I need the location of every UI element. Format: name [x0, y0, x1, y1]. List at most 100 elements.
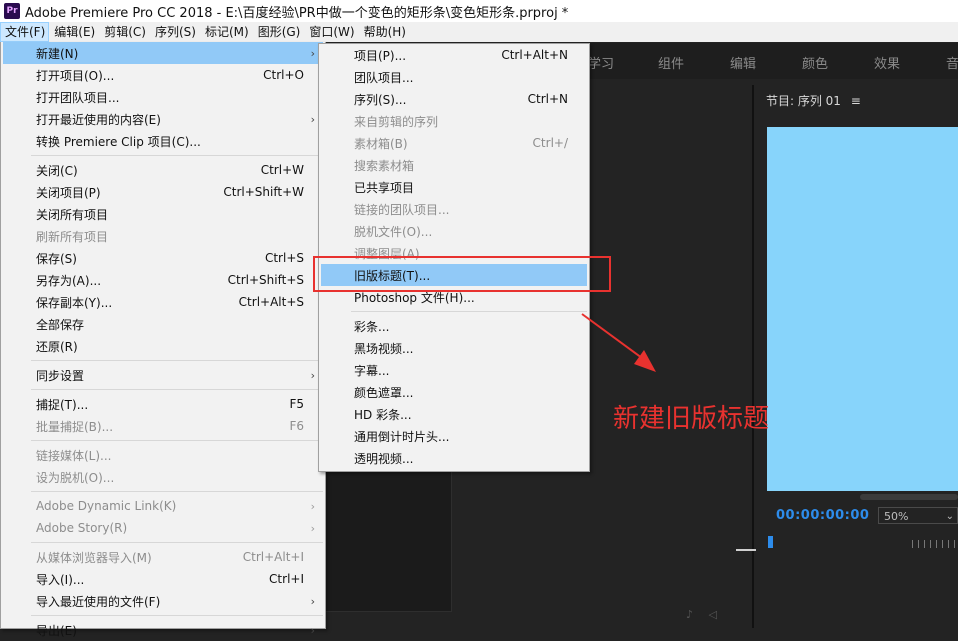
- menu-graphics[interactable]: 图形(G): [253, 22, 305, 42]
- new-submenu-item-label: 素材箱(B): [354, 136, 408, 151]
- program-monitor-frame[interactable]: [767, 127, 958, 491]
- file-menu-item[interactable]: 导出(E) ›: [3, 619, 323, 641]
- new-submenu-item[interactable]: 黑场视频...: [321, 337, 587, 359]
- file-menu-item-label: 从媒体浏览器导入(M): [36, 550, 152, 565]
- new-submenu-item-label: 链接的团队项目...: [354, 202, 450, 217]
- file-menu-item[interactable]: 打开项目(O)... Ctrl+O: [3, 64, 323, 86]
- file-menu-item[interactable]: 导入最近使用的文件(F) ›: [3, 590, 323, 612]
- new-submenu-item[interactable]: 彩条...: [321, 315, 587, 337]
- file-menu-item-label: 导出(E): [36, 623, 77, 638]
- file-menu-item-label: 关闭项目(P): [36, 185, 101, 200]
- file-menu-item-label: Adobe Story(R): [36, 521, 128, 535]
- file-menu-item-shortcut: Ctrl+W: [260, 163, 304, 177]
- menu-bar: 文件(F) 编辑(E) 剪辑(C) 序列(S) 标记(M) 图形(G) 窗口(W…: [0, 22, 958, 42]
- file-menu-item-label: 关闭所有项目: [36, 207, 109, 222]
- new-submenu-item[interactable]: 团队项目...: [321, 66, 587, 88]
- file-menu-item[interactable]: 捕捉(T)... F5: [3, 393, 323, 415]
- new-submenu-item-label: 序列(S)...: [354, 92, 407, 107]
- chevron-right-icon: ›: [310, 499, 315, 513]
- file-menu-item-label: 新建(N): [36, 46, 79, 61]
- program-scrollbar[interactable]: [860, 494, 958, 500]
- file-menu-item[interactable]: 打开最近使用的内容(E) ›: [3, 108, 323, 130]
- new-submenu-item[interactable]: 已共享项目: [321, 176, 587, 198]
- new-submenu-item-shortcut: Ctrl+/: [532, 136, 568, 150]
- annotation-arrow-icon: [581, 313, 656, 372]
- file-menu-item-label: 链接媒体(L)...: [36, 448, 112, 463]
- new-submenu-item-label: 来自剪辑的序列: [354, 114, 439, 129]
- file-menu-item: Adobe Dynamic Link(K) ›: [3, 495, 323, 517]
- workspace-tab-assembly[interactable]: 组件: [658, 53, 684, 72]
- chevron-right-icon: ›: [310, 623, 315, 637]
- workspace-tabs: 学习 组件 编辑 颜色 效果 音: [588, 43, 958, 79]
- panel-divider[interactable]: [752, 85, 754, 628]
- new-submenu-item[interactable]: 序列(S)... Ctrl+N: [321, 88, 587, 110]
- file-menu-item-label: 另存为(A)...: [36, 273, 102, 288]
- file-menu-item[interactable]: 转换 Premiere Clip 项目(C)...: [3, 130, 323, 152]
- file-menu-item[interactable]: 打开团队项目...: [3, 86, 323, 108]
- new-submenu-item-label: 透明视频...: [354, 451, 414, 466]
- audio-icon[interactable]: ♪: [686, 608, 693, 621]
- file-menu-item: 设为脱机(O)...: [3, 466, 323, 488]
- new-submenu-item-label: 脱机文件(O)...: [354, 224, 433, 239]
- file-menu-item[interactable]: 保存副本(Y)... Ctrl+Alt+S: [3, 291, 323, 313]
- new-submenu-item-label: 彩条...: [354, 319, 390, 334]
- workspace-tab-learning[interactable]: 学习: [588, 53, 614, 72]
- file-menu-item-shortcut: Ctrl+S: [264, 251, 304, 265]
- file-menu-item-label: 批量捕捉(B)...: [36, 419, 114, 434]
- file-menu-item-label: 全部保存: [36, 317, 85, 332]
- file-menu-item-label: 保存(S): [36, 251, 77, 266]
- panel-menu-icon[interactable]: ≡: [851, 94, 861, 108]
- file-menu-item-label: 关闭(C): [36, 163, 78, 178]
- menu-help[interactable]: 帮助(H): [359, 22, 410, 42]
- new-submenu-item[interactable]: 项目(P)... Ctrl+Alt+N: [321, 44, 587, 66]
- file-menu-item[interactable]: 关闭项目(P) Ctrl+Shift+W: [3, 181, 323, 203]
- file-menu-item-label: 还原(R): [36, 339, 78, 354]
- file-menu-item: 刷新所有项目: [3, 225, 323, 247]
- new-submenu-item-label: 通用倒计时片头...: [354, 429, 450, 444]
- new-submenu-item[interactable]: 透明视频...: [321, 447, 587, 469]
- file-menu-item-label: 转换 Premiere Clip 项目(C)...: [36, 134, 201, 149]
- new-submenu-item[interactable]: 通用倒计时片头...: [321, 425, 587, 447]
- playhead-timecode[interactable]: 00:00:00:00: [776, 508, 869, 523]
- file-menu-item[interactable]: 还原(R): [3, 335, 323, 357]
- menu-edit[interactable]: 编辑(E): [49, 22, 99, 42]
- new-submenu-item[interactable]: HD 彩条...: [321, 403, 587, 425]
- workspace-tab-color[interactable]: 颜色: [802, 53, 828, 72]
- new-submenu-item[interactable]: 颜色遮罩...: [321, 381, 587, 403]
- file-menu: 新建(N) › 打开项目(O)... Ctrl+O 打开团队项目... 打开最近使用的内容…: [0, 42, 326, 638]
- file-menu-item-label: 设为脱机(O)...: [36, 470, 115, 485]
- menu-sequence[interactable]: 序列(S): [150, 22, 200, 42]
- time-ruler: [912, 540, 958, 548]
- file-menu-item[interactable]: 全部保存: [3, 313, 323, 335]
- playhead-icon[interactable]: [768, 536, 773, 548]
- menu-clip[interactable]: 剪辑(C): [99, 22, 150, 42]
- file-menu-item[interactable]: 保存(S) Ctrl+S: [3, 247, 323, 269]
- menu-separator: [351, 311, 587, 312]
- menu-marker[interactable]: 标记(M): [200, 22, 253, 42]
- workspace-tab-effects[interactable]: 效果: [874, 53, 900, 72]
- file-menu-item-shortcut: Ctrl+I: [269, 572, 304, 586]
- file-menu-item-shortcut: Ctrl+Shift+S: [227, 273, 304, 287]
- zoom-level-select[interactable]: 50% ⌄: [878, 507, 958, 524]
- mute-icon[interactable]: ◁: [709, 608, 717, 621]
- file-menu-item: 批量捕捉(B)... F6: [3, 415, 323, 437]
- new-submenu-item: 搜索素材箱: [321, 154, 587, 176]
- workspace-tab-audio[interactable]: 音: [946, 53, 958, 72]
- menu-file[interactable]: 文件(F): [0, 22, 50, 42]
- file-menu-item[interactable]: 另存为(A)... Ctrl+Shift+S: [3, 269, 323, 291]
- menu-separator: [31, 155, 323, 156]
- file-menu-item[interactable]: 关闭(C) Ctrl+W: [3, 159, 323, 181]
- new-submenu-item[interactable]: 字幕...: [321, 359, 587, 381]
- file-menu-item[interactable]: 新建(N) ›: [3, 42, 323, 64]
- file-menu-item: Adobe Story(R) ›: [3, 517, 323, 539]
- workspace-tab-editing[interactable]: 编辑: [730, 53, 756, 72]
- chevron-right-icon: ›: [310, 594, 315, 608]
- new-submenu-item-label: 团队项目...: [354, 70, 414, 85]
- new-submenu-item: 链接的团队项目...: [321, 198, 587, 220]
- menu-window[interactable]: 窗口(W): [304, 22, 358, 42]
- file-menu-item[interactable]: 关闭所有项目: [3, 203, 323, 225]
- title-bar: Pr Adobe Premiere Pro CC 2018 - E:\百度经验\…: [0, 0, 958, 22]
- file-menu-item[interactable]: 导入(I)... Ctrl+I: [3, 568, 323, 590]
- file-menu-item[interactable]: 同步设置 ›: [3, 364, 323, 386]
- chevron-right-icon: ›: [310, 46, 315, 60]
